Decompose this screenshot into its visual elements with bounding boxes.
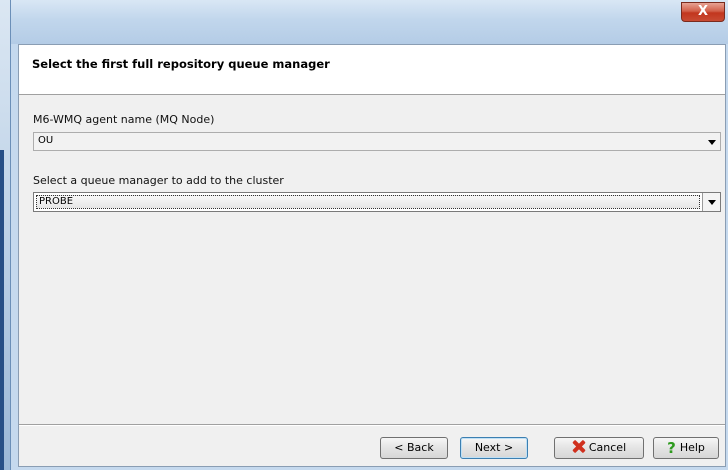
queue-manager-selection[interactable]: PROBE xyxy=(36,195,700,209)
wizard-client-area: Select the first full repository queue m… xyxy=(18,44,726,467)
help-button[interactable]: ? Help xyxy=(653,437,719,459)
desktop-edge xyxy=(0,150,4,470)
chevron-down-icon[interactable] xyxy=(708,140,716,145)
cancel-button-label: Cancel xyxy=(588,441,627,454)
queue-manager-label: Select a queue manager to add to the clu… xyxy=(33,174,284,187)
help-button-label: Help xyxy=(679,441,705,454)
wizard-header: Select the first full repository queue m… xyxy=(19,45,725,95)
queue-manager-value: PROBE xyxy=(39,196,74,207)
queue-manager-dropdown[interactable]: PROBE xyxy=(33,192,721,212)
green-question-icon: ? xyxy=(667,439,676,457)
close-button[interactable]: X xyxy=(681,2,725,22)
agent-name-dropdown[interactable]: OU xyxy=(33,132,721,151)
red-x-icon xyxy=(572,440,585,453)
back-button-label: < Back xyxy=(394,441,434,454)
close-icon: X xyxy=(697,4,709,19)
wizard-window: X Select the first full repository queue… xyxy=(10,0,728,470)
desktop-background xyxy=(0,0,10,470)
agent-name-value: OU xyxy=(38,135,54,146)
chevron-down-icon xyxy=(708,200,716,205)
agent-name-label: M6-WMQ agent name (MQ Node) xyxy=(33,113,215,126)
queue-manager-dropdown-button[interactable] xyxy=(702,193,720,211)
title-bar[interactable]: X xyxy=(11,0,728,44)
back-button[interactable]: < Back xyxy=(380,437,448,459)
cancel-button[interactable]: Cancel xyxy=(554,437,644,459)
page-title: Select the first full repository queue m… xyxy=(32,57,330,71)
footer-separator xyxy=(19,424,725,426)
next-button-label: Next > xyxy=(474,441,514,454)
next-button[interactable]: Next > xyxy=(460,437,528,459)
